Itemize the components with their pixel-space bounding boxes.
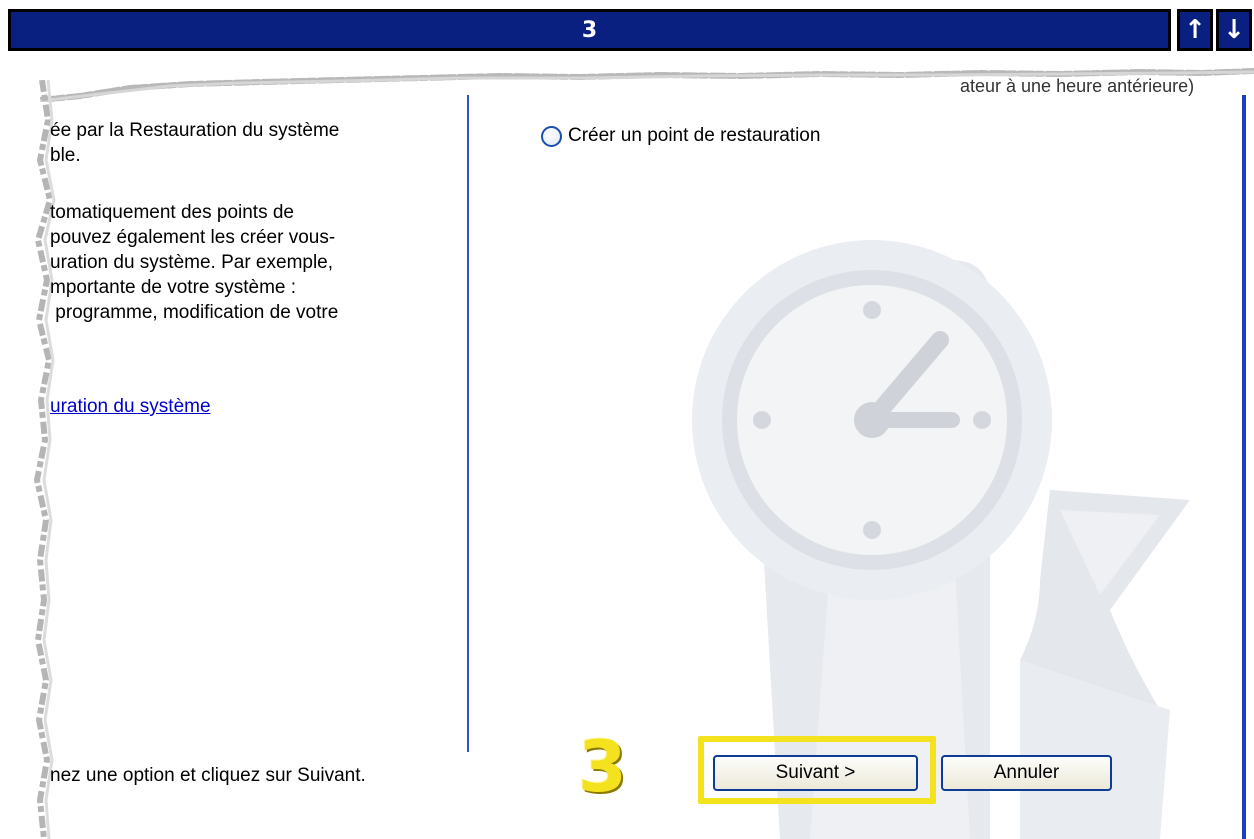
create-restore-point-option[interactable]: Créer un point de restauration xyxy=(541,125,820,147)
cut-off-heading-text: ateur à une heure antérieure) xyxy=(960,76,1195,96)
left-description-panel: ée par la Restauration du système ble. t… xyxy=(50,100,460,839)
cancel-button[interactable]: Annuler xyxy=(941,755,1112,791)
step-banner: 3 xyxy=(8,9,1171,51)
description-paragraph-2: tomatiquement des points de pouvez égale… xyxy=(50,202,339,323)
radio-option-label: Créer un point de restauration xyxy=(568,125,821,146)
next-button[interactable]: Suivant > xyxy=(713,755,918,791)
step-number: 3 xyxy=(581,17,598,43)
radio-icon[interactable] xyxy=(541,125,562,147)
description-paragraph-1: ée par la Restauration du système ble. xyxy=(50,120,340,166)
instruction-text: nez une option et cliquez sur Suivant. xyxy=(50,765,366,786)
tutorial-step-marker: 3 xyxy=(578,726,627,808)
panel-divider xyxy=(467,95,469,752)
up-arrow-icon[interactable]: ↑ xyxy=(1177,9,1213,51)
down-arrow-icon[interactable]: ↓ xyxy=(1216,9,1252,51)
system-restore-help-link[interactable]: uration du système xyxy=(50,396,211,418)
